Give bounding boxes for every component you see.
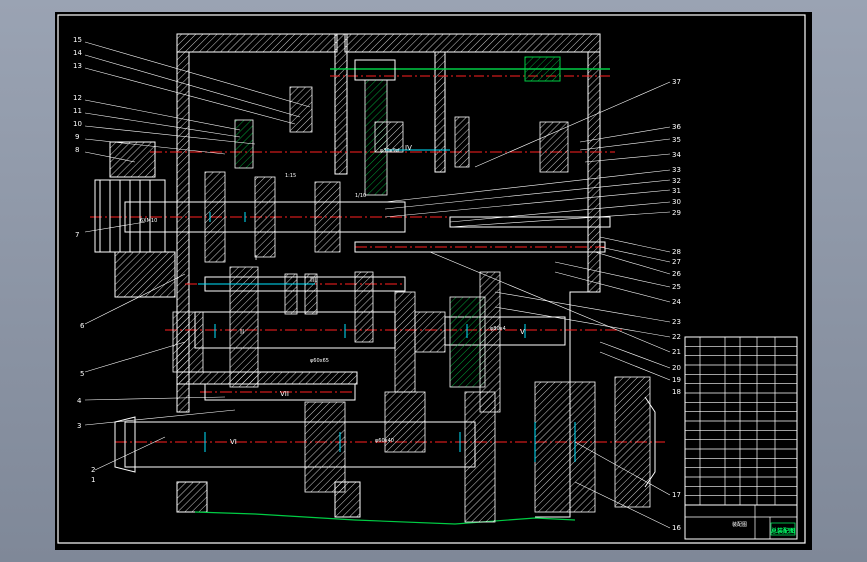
part-25: 25 (672, 283, 681, 291)
title-block-stamp: 总装配图 (771, 527, 795, 535)
title-block (684, 336, 798, 540)
shaft-II: II (240, 328, 244, 336)
part-24: 24 (672, 298, 681, 306)
part-21: 21 (672, 348, 681, 356)
part-15: 15 (73, 36, 82, 44)
part-4: 4 (77, 397, 82, 405)
part-12: 12 (73, 94, 82, 102)
part-18: 18 (672, 388, 681, 396)
part-20: 20 (672, 364, 681, 372)
part-22: 22 (672, 333, 681, 341)
part-28: 28 (672, 248, 681, 256)
part-14: 14 (73, 49, 82, 57)
dim-mark-7: φ30x9d (380, 148, 399, 154)
part-30: 30 (672, 198, 681, 206)
part-36: 36 (672, 123, 681, 131)
part-1: 1 (91, 476, 95, 484)
part-19: 19 (672, 376, 681, 384)
shaft-V: V (520, 328, 525, 336)
part-35: 35 (672, 136, 681, 144)
dim-mark-3: φ60x40 (375, 438, 394, 444)
right-part-numbers: 37 36 35 34 33 32 31 30 29 28 27 26 25 2… (672, 78, 681, 532)
left-part-numbers: 15 14 13 12 11 10 9 8 7 6 5 4 3 2 1 (73, 36, 95, 484)
part-34: 34 (672, 151, 681, 159)
part-29: 29 (672, 209, 681, 217)
part-5: 5 (80, 370, 84, 378)
part-26: 26 (672, 270, 681, 278)
pulley (94, 141, 176, 298)
part-6: 6 (80, 322, 85, 330)
part-31: 31 (672, 187, 681, 195)
cad-viewport: 15 14 13 12 11 10 9 8 7 6 5 4 3 2 1 37 3… (0, 0, 867, 562)
part-11: 11 (73, 107, 82, 115)
assembly-drawing: 15 14 13 12 11 10 9 8 7 6 5 4 3 2 1 37 3… (57, 14, 806, 544)
part-9: 9 (75, 133, 79, 141)
shaft-III: III (310, 276, 316, 284)
ground-line (194, 511, 576, 525)
part-2: 2 (91, 466, 95, 474)
part-3: 3 (77, 422, 81, 430)
drawing-sheet: 15 14 13 12 11 10 9 8 7 6 5 4 3 2 1 37 3… (55, 12, 812, 550)
part-10: 10 (73, 120, 82, 128)
part-16: 16 (672, 524, 681, 532)
part-17: 17 (672, 491, 681, 499)
dim-mark-2: φ60x65 (310, 358, 329, 364)
shaft-VII: VII (280, 390, 289, 398)
shaft-VI: VI (230, 438, 237, 446)
dim-mark-5: 1:15 (285, 173, 296, 179)
part-13: 13 (73, 62, 82, 70)
part-27: 27 (672, 258, 681, 266)
dim-mark-6: φ80x4 (490, 326, 506, 332)
top-shaft (330, 56, 610, 82)
dim-mark-4: 1/10 (355, 193, 366, 199)
part-33: 33 (672, 166, 681, 174)
dim-mark-1: 6XM10 (140, 218, 157, 224)
shaft-IV: IV (405, 144, 412, 152)
part-32: 32 (672, 177, 681, 185)
part-7: 7 (75, 231, 79, 239)
part-8: 8 (75, 146, 79, 154)
shaft-I: I (255, 254, 257, 262)
part-23: 23 (672, 318, 681, 326)
title-block-title: 装配图 (732, 521, 747, 528)
part-37: 37 (672, 78, 681, 86)
